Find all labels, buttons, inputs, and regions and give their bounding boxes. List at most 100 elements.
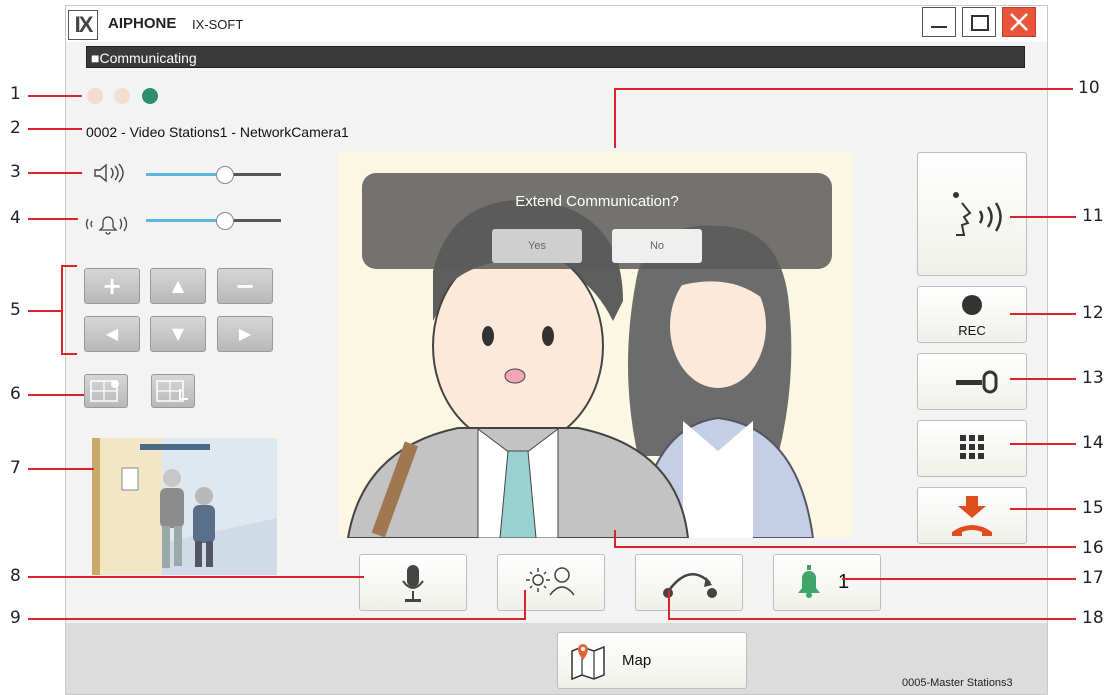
callout-14: 14 — [1082, 433, 1104, 453]
maximize-button[interactable] — [962, 7, 996, 37]
app-logo: IX — [68, 10, 98, 40]
thumbnail-scene-image — [92, 438, 277, 575]
callout-line-10 — [615, 88, 1073, 90]
brightness-button[interactable] — [497, 554, 605, 611]
callout-line-3 — [28, 172, 82, 174]
callout-3: 3 — [10, 162, 21, 182]
callout-line-11 — [1010, 216, 1076, 218]
close-button[interactable] — [1002, 7, 1036, 37]
callout-line-15 — [1010, 508, 1076, 510]
ringtone-slider-knob[interactable] — [216, 212, 234, 230]
notification-count: 1 — [838, 571, 850, 593]
callout-line-10-down — [614, 88, 616, 148]
main-video-feed: Extend Communication? Yes No — [338, 151, 853, 538]
pan-down-button[interactable]: ▼ — [150, 316, 206, 352]
status-indicator-2 — [114, 88, 130, 104]
transfer-button[interactable] — [635, 554, 743, 611]
callout-9: 9 — [10, 608, 21, 628]
ringtone-slider-fill — [146, 219, 224, 222]
preset-set-button[interactable] — [84, 374, 128, 408]
callout-15: 15 — [1082, 498, 1104, 518]
callout-line-9-up — [524, 590, 526, 620]
callout-17: 17 — [1082, 568, 1104, 588]
brightness-icon — [526, 567, 575, 596]
app-window: IX AIPHONE IX-SOFT ■Communicating 0002 -… — [65, 5, 1048, 695]
notification-button[interactable]: 1 — [773, 554, 881, 611]
callout-line-2 — [28, 128, 82, 130]
preset-recall-icon — [156, 380, 188, 402]
callout-line-14 — [1010, 443, 1076, 445]
callout-line-6 — [28, 394, 84, 396]
callout-bracket-5 — [61, 265, 63, 355]
brand-name: AIPHONE — [108, 15, 177, 32]
callout-6: 6 — [10, 384, 21, 404]
zoom-in-button[interactable]: + — [84, 268, 140, 304]
speaker-slider-fill — [146, 173, 224, 176]
callout-line-9 — [28, 618, 524, 620]
callout-2: 2 — [10, 118, 21, 138]
talk-button[interactable] — [917, 152, 1027, 276]
zoom-out-button[interactable]: − — [217, 268, 273, 304]
transfer-icon — [663, 573, 717, 598]
station-name: 0002 - Video Stations1 - NetworkCamera1 — [86, 124, 349, 140]
callout-12: 12 — [1082, 303, 1104, 323]
callout-line-18 — [669, 618, 1076, 620]
extend-communication-dialog: Extend Communication? Yes No — [362, 173, 832, 269]
callout-line-7 — [28, 468, 94, 470]
callout-line-5 — [28, 310, 62, 312]
callout-line-1 — [28, 95, 82, 97]
pan-right-button[interactable]: ▶ — [217, 316, 273, 352]
status-bar: ■Communicating — [86, 46, 1025, 68]
callout-line-12 — [1010, 313, 1076, 315]
callout-4: 4 — [10, 208, 21, 228]
callout-bracket-5-top — [61, 265, 77, 267]
ringtone-volume-icon — [85, 216, 128, 235]
callout-13: 13 — [1082, 368, 1104, 388]
callout-16: 16 — [1082, 538, 1104, 558]
minimize-button[interactable] — [922, 7, 956, 37]
map-icon — [571, 644, 605, 681]
keypad-button[interactable] — [917, 420, 1027, 477]
speaker-icon — [94, 163, 124, 183]
close-icon — [1010, 13, 1028, 31]
callout-line-4 — [28, 218, 78, 220]
microphone-icon — [402, 565, 424, 602]
dialog-question: Extend Communication? — [515, 193, 679, 210]
hang-up-button[interactable] — [917, 487, 1027, 544]
callout-line-16-up — [614, 530, 616, 548]
status-indicator-3 — [142, 88, 158, 104]
minimize-icon — [931, 26, 947, 28]
callout-1: 1 — [10, 84, 21, 104]
dialog-yes-button[interactable]: Yes — [492, 229, 582, 263]
dialog-no-button[interactable]: No — [612, 229, 702, 263]
record-icon — [962, 295, 982, 315]
maximize-icon — [971, 15, 989, 31]
speaker-slider-knob[interactable] — [216, 166, 234, 184]
preset-recall-button[interactable] — [151, 374, 195, 408]
record-label: REC — [958, 323, 986, 338]
callout-7: 7 — [10, 458, 21, 478]
callout-line-16 — [614, 546, 1076, 548]
map-button[interactable]: Map — [557, 632, 747, 689]
status-indicator-1 — [87, 88, 103, 104]
callout-bracket-5-bottom — [61, 353, 77, 355]
callout-line-17 — [842, 578, 1076, 580]
callout-18: 18 — [1082, 608, 1104, 628]
door-release-button[interactable] — [917, 353, 1027, 410]
footer-area: Map 0005-Master Stations3 — [66, 623, 1047, 694]
talk-icon — [953, 192, 1002, 236]
pan-up-button[interactable]: ▲ — [150, 268, 206, 304]
callout-line-13 — [1010, 378, 1076, 380]
preset-set-icon — [90, 380, 119, 402]
callout-8: 8 — [10, 566, 21, 586]
callout-5: 5 — [10, 300, 21, 320]
product-name: IX-SOFT — [192, 17, 244, 32]
pan-left-button[interactable]: ◀ — [84, 316, 140, 352]
hang-up-icon — [952, 496, 992, 536]
callout-line-8 — [28, 576, 364, 578]
callout-11: 11 — [1082, 206, 1104, 226]
door-key-icon — [956, 370, 998, 394]
bell-icon — [798, 565, 820, 598]
sub-camera-thumbnail[interactable] — [92, 438, 277, 575]
microphone-button[interactable] — [359, 554, 467, 611]
